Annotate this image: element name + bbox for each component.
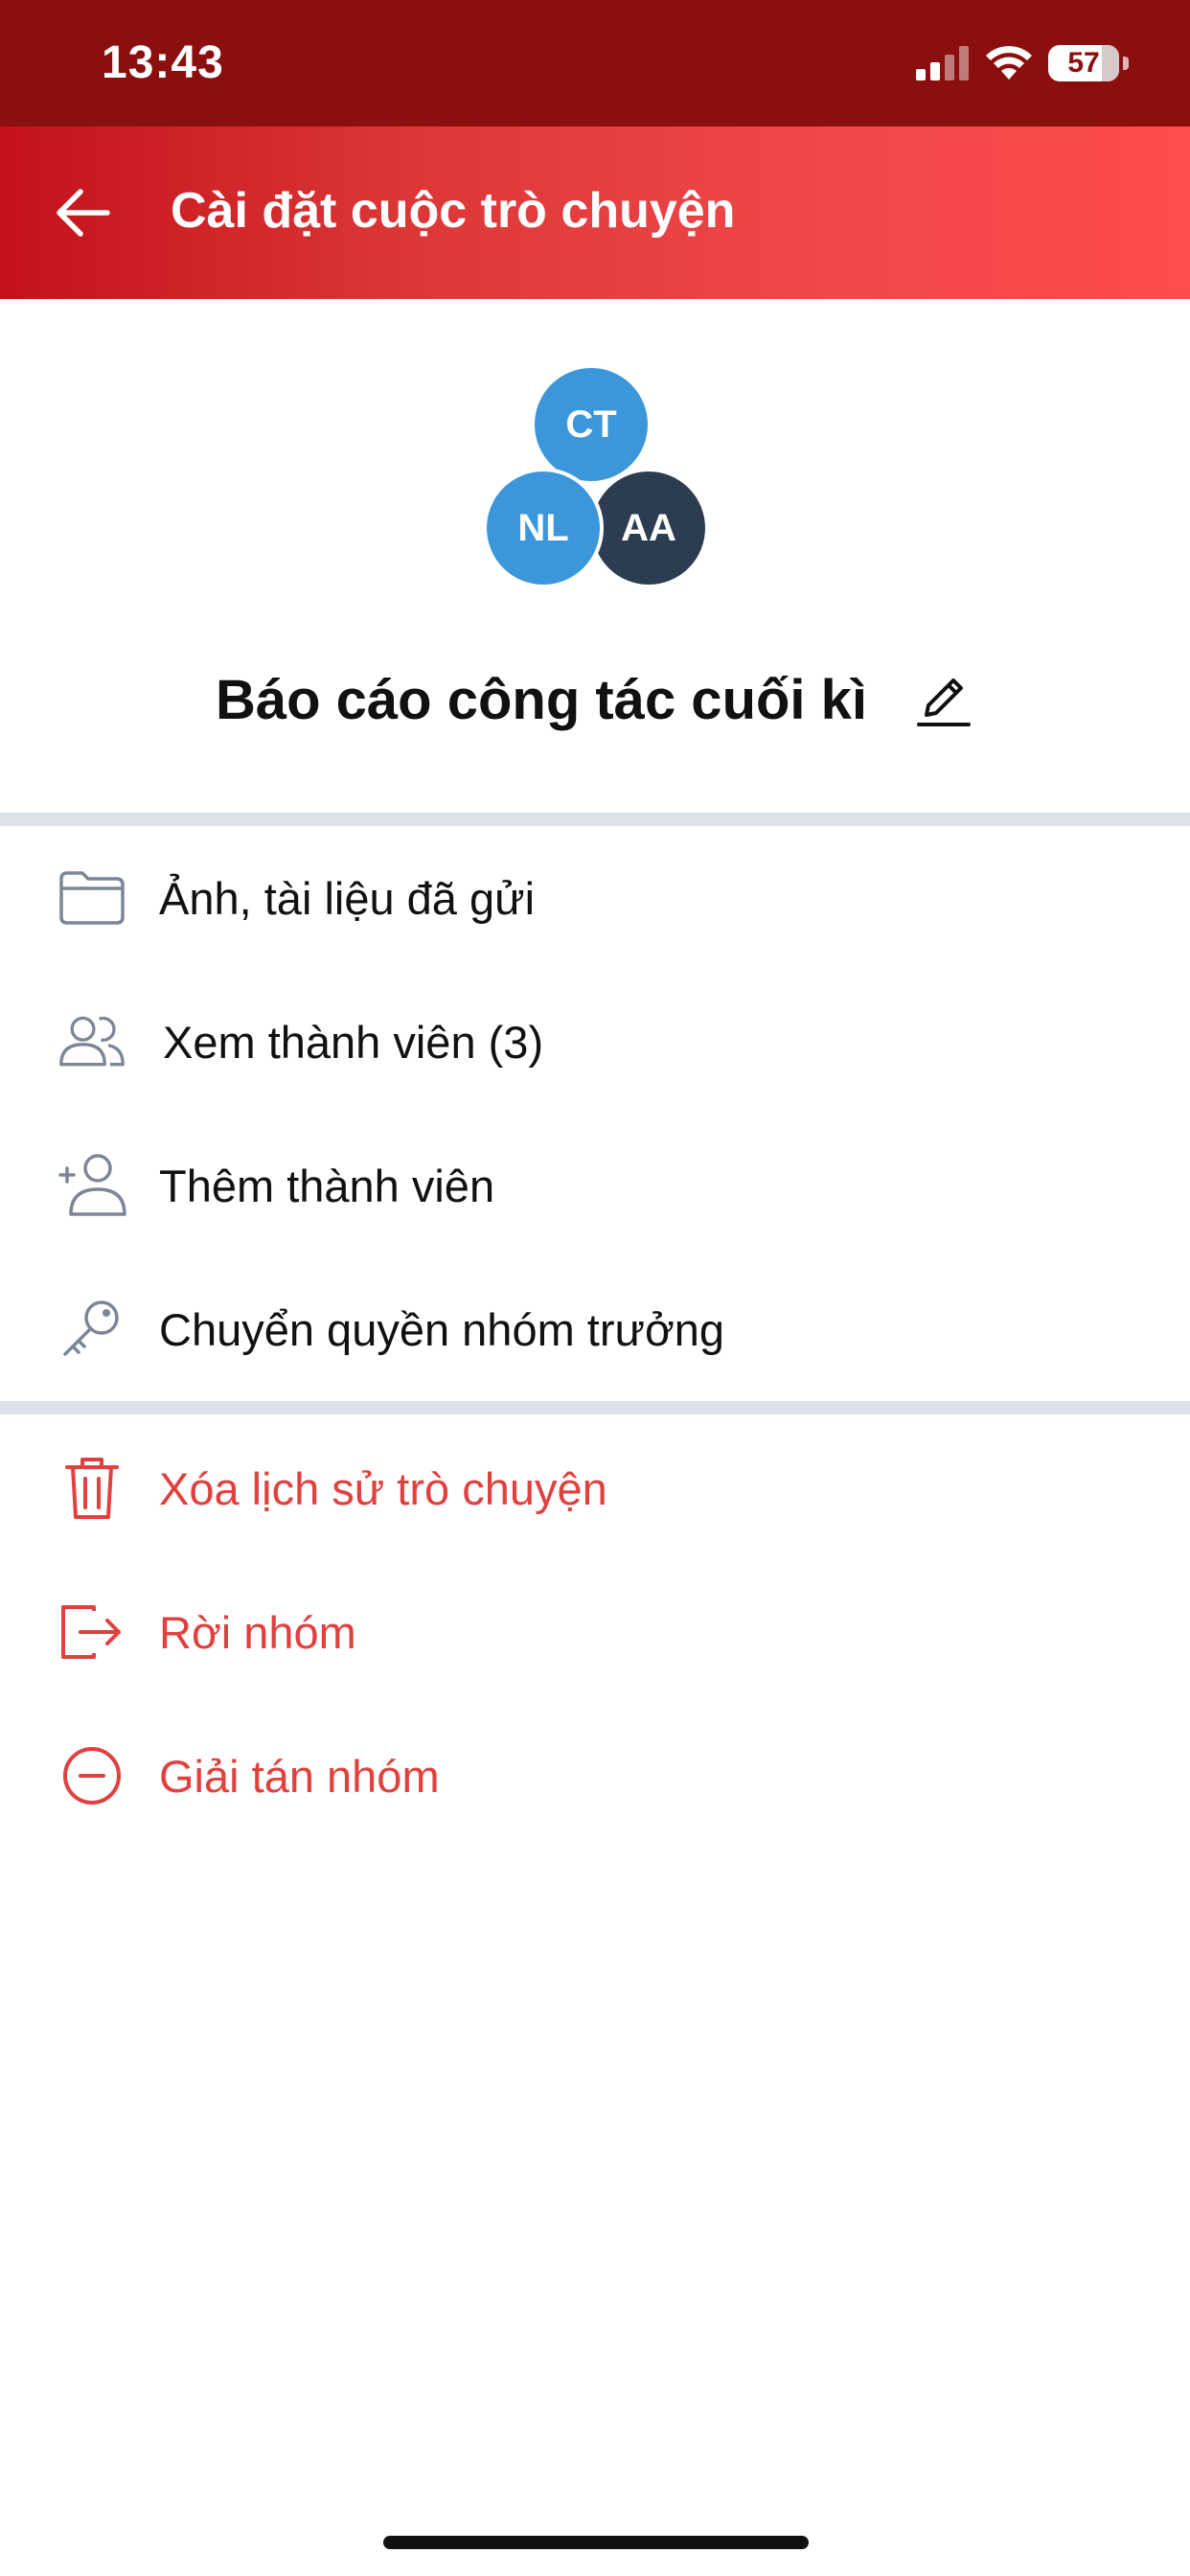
menu-label: Xóa lịch sử trò chuyện <box>159 1462 607 1514</box>
group-name-row: Báo cáo công tác cuối kì <box>0 661 1190 738</box>
minus-circle-icon <box>57 1741 126 1810</box>
avatar-initials: AA <box>621 506 676 549</box>
menu-item-view-members[interactable]: Xem thành viên (3) <box>0 970 1190 1114</box>
edit-name-button[interactable] <box>913 669 974 730</box>
app-header: Cài đặt cuộc trò chuyện <box>0 126 1190 299</box>
menu-item-transfer-leader[interactable]: Chuyển quyền nhóm trưởng <box>0 1257 1190 1401</box>
key-icon <box>57 1295 126 1364</box>
status-bar: 13:43 57 <box>0 0 1190 126</box>
avatar-initials: CT <box>565 402 617 446</box>
menu-item-add-member[interactable]: Thêm thành viên <box>0 1114 1190 1257</box>
back-button[interactable] <box>38 169 126 257</box>
avatar-ct: CT <box>531 364 652 485</box>
menu-item-leave-group[interactable]: Rời nhóm <box>0 1560 1190 1704</box>
status-time: 13:43 <box>102 37 224 88</box>
menu-item-disband-group[interactable]: Giải tán nhóm <box>0 1704 1190 1848</box>
menu-label: Chuyển quyền nhóm trưởng <box>159 1303 725 1355</box>
signal-icon <box>916 46 969 80</box>
menu-label: Rời nhóm <box>159 1606 356 1658</box>
menu-item-delete-history[interactable]: Xóa lịch sử trò chuyện <box>0 1416 1190 1560</box>
battery-level: 57 <box>1067 47 1100 79</box>
menu-label: Giải tán nhóm <box>159 1750 440 1802</box>
menu-label: Thêm thành viên <box>159 1160 495 1211</box>
menu-label: Xem thành viên (3) <box>163 1016 544 1068</box>
folder-icon <box>57 863 126 932</box>
logout-icon <box>57 1598 126 1667</box>
group-name: Báo cáo công tác cuối kì <box>215 668 868 731</box>
trash-icon <box>57 1454 126 1523</box>
group-avatar-cluster: CT AA NL <box>0 299 1190 606</box>
avatar-aa: AA <box>588 468 709 588</box>
section-divider <box>0 813 1190 826</box>
add-user-icon <box>57 1151 126 1220</box>
wifi-icon <box>986 46 1032 80</box>
home-indicator[interactable] <box>383 2536 809 2549</box>
pencil-icon <box>917 678 972 726</box>
users-icon <box>57 1007 126 1076</box>
avatar-nl: NL <box>483 468 604 588</box>
battery-icon: 57 <box>1048 45 1119 81</box>
arrow-left-icon <box>57 189 110 237</box>
section-divider <box>0 1401 1190 1414</box>
page-title: Cài đặt cuộc trò chuyện <box>171 183 736 239</box>
menu-item-shared-media[interactable]: Ảnh, tài liệu đã gửi <box>0 826 1190 970</box>
menu-label: Ảnh, tài liệu đã gửi <box>159 872 536 924</box>
avatar-initials: NL <box>517 506 569 549</box>
status-icons: 57 <box>916 42 1129 84</box>
